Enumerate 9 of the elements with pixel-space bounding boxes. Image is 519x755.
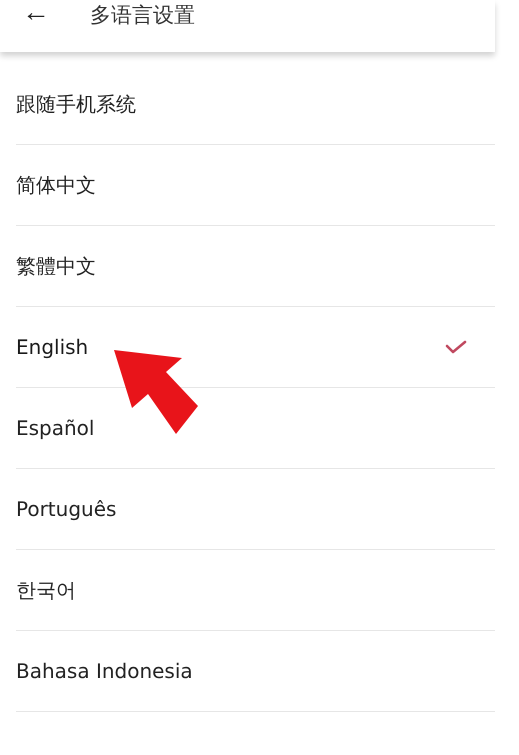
language-option[interactable]: 简体中文 — [16, 145, 495, 226]
language-option[interactable]: Bahasa Indonesia — [16, 631, 495, 712]
language-option[interactable]: 繁體中文 — [16, 226, 495, 307]
language-option[interactable]: 跟随手机系统 — [16, 64, 495, 145]
language-option[interactable]: 한국어 — [16, 550, 495, 631]
language-option[interactable]: Português — [16, 469, 495, 550]
checkmark-icon — [445, 340, 467, 354]
page-title: 多语言设置 — [90, 2, 195, 29]
back-button[interactable]: ← — [20, 0, 52, 32]
